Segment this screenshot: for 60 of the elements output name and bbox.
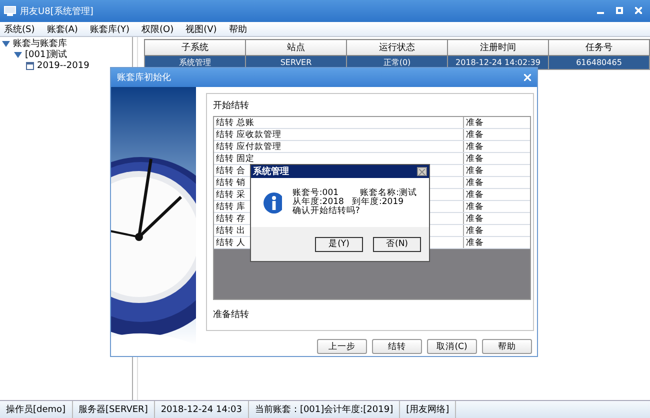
column-header[interactable]: 子系统: [144, 40, 246, 56]
task-status: 准备: [465, 189, 485, 200]
dialog-button[interactable]: 帮助: [482, 339, 532, 354]
step-heading: 开始结转: [213, 100, 249, 112]
menu-item[interactable]: 帮助: [228, 22, 247, 36]
tree-item[interactable]: [001]测试: [14, 49, 130, 60]
close-icon[interactable]: [524, 74, 531, 81]
expand-icon[interactable]: [14, 52, 22, 58]
status-text: 2018-12-24 14:03: [154, 401, 249, 418]
task-status: 准备: [465, 225, 485, 236]
menu-item[interactable]: 系统(S): [4, 22, 35, 36]
info-icon: [263, 192, 282, 214]
column-header[interactable]: 任务号: [548, 40, 650, 56]
menu-item[interactable]: 账套库(Y): [90, 22, 130, 36]
task-name: 结转 总账: [214, 117, 464, 128]
message-text: 从年度:2018 到年度:2019: [292, 198, 405, 207]
table-cell: 616480465: [548, 56, 650, 70]
close-icon: [419, 168, 425, 174]
dialog-button[interactable]: 结转: [372, 339, 422, 354]
column-header[interactable]: 注册时间: [448, 40, 548, 56]
dialog-button[interactable]: 取消(C): [427, 339, 477, 354]
task-status: 准备: [465, 129, 485, 140]
status-text: 操作员[demo]: [0, 401, 73, 418]
status-text: 当前账套：[001]会计年度:[2019]: [248, 401, 400, 418]
tree-label: [001]测试: [25, 48, 68, 61]
tree-item[interactable]: 2019--2019: [26, 60, 130, 71]
calendar-icon: [26, 62, 34, 70]
task-name: 结转 应收款管理: [214, 129, 464, 140]
tree-label: 2019--2019: [37, 60, 90, 70]
task-status: 准备: [465, 165, 485, 176]
task-status: 准备: [465, 141, 485, 152]
menu-item[interactable]: 视图(V): [186, 22, 217, 36]
dialog-title: 账套库初始化: [117, 72, 172, 84]
task-status: 准备: [465, 237, 485, 248]
column-header[interactable]: 运行状态: [346, 40, 448, 56]
maximize-icon: [616, 6, 623, 14]
menu-item[interactable]: 权限(O): [141, 22, 174, 36]
task-status: 准备: [465, 117, 485, 128]
tree-label: 账套与账套库: [13, 38, 67, 50]
task-name: 结转 应付款管理: [214, 141, 464, 152]
column-header[interactable]: 站点: [246, 40, 346, 56]
task-status: 准备: [465, 213, 485, 224]
dialog-button[interactable]: 否(N): [373, 236, 421, 252]
status-text: [用友网络]: [400, 401, 456, 418]
menu-item[interactable]: 账套(A): [46, 22, 78, 36]
dialog-button[interactable]: 上一步: [317, 339, 367, 354]
monitor-icon: [4, 6, 16, 16]
message-box-title: 系统管理: [253, 165, 290, 178]
task-status: 准备: [465, 153, 485, 164]
task-status: 准备: [465, 201, 485, 212]
dialog-button[interactable]: 是(Y): [315, 236, 363, 252]
expand-icon[interactable]: [2, 40, 10, 46]
message-text: 账套号:001 账套名称:测试: [292, 189, 417, 198]
status-text: 服务器[SERVER]: [72, 401, 155, 418]
window-title: 用友U8[系统管理]: [20, 6, 94, 18]
close-button[interactable]: [417, 167, 427, 176]
status-message: 准备结转: [213, 310, 249, 320]
task-status: 准备: [465, 177, 485, 188]
close-icon: [635, 6, 642, 14]
tree-item[interactable]: 账套与账套库: [2, 38, 130, 49]
